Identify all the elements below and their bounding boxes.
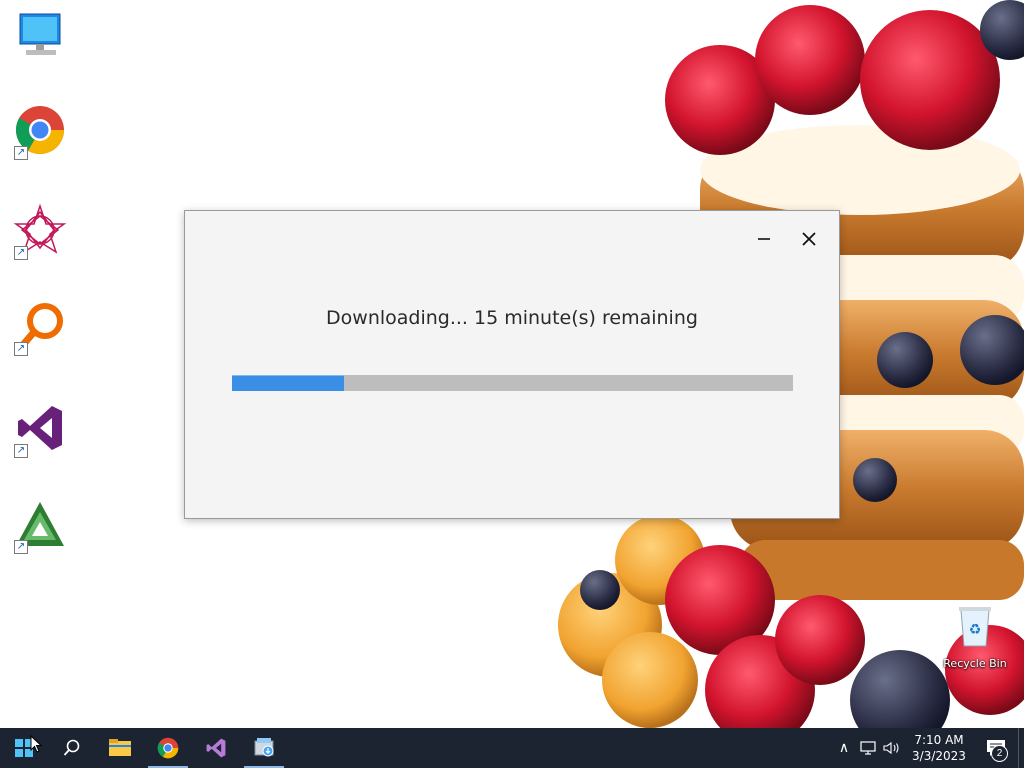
svg-text:♻: ♻ xyxy=(969,622,982,638)
network-icon xyxy=(860,741,876,755)
speaker-icon xyxy=(883,741,899,755)
download-dialog: Downloading... 15 minute(s) remaining xyxy=(184,210,840,519)
desktop-icon-recycle-bin[interactable]: ♻ Recycle Bin xyxy=(942,604,1008,670)
taskbar-installer[interactable] xyxy=(240,728,288,768)
desktop-icon-search-app[interactable]: ↗ xyxy=(12,298,68,356)
close-button[interactable] xyxy=(792,223,826,255)
download-progress-bar xyxy=(232,375,793,391)
recycle-bin-label: Recycle Bin xyxy=(943,657,1007,670)
clock-time: 7:10 AM xyxy=(914,733,964,747)
shortcut-arrow-icon: ↗ xyxy=(14,444,28,458)
taskbar-chrome[interactable] xyxy=(144,728,192,768)
computer-icon xyxy=(19,13,61,55)
action-center-button[interactable]: 2 xyxy=(974,728,1018,768)
download-status-text: Downloading... 15 minute(s) remaining xyxy=(326,307,698,329)
desktop-icon-synfig[interactable]: ↗ xyxy=(12,496,68,554)
notification-count-badge: 2 xyxy=(991,745,1008,762)
shortcut-arrow-icon: ↗ xyxy=(14,342,28,356)
show-desktop-button[interactable] xyxy=(1018,728,1024,768)
progress-fill xyxy=(232,375,345,391)
installer-icon xyxy=(254,738,274,757)
taskbar-visual-studio[interactable] xyxy=(192,728,240,768)
desktop-icon-chrome[interactable]: ↗ xyxy=(12,102,68,160)
system-tray: ∧ 7:10 AM 3/3/2023 2 xyxy=(832,728,1024,768)
chrome-icon xyxy=(157,737,179,759)
taskbar-clock[interactable]: 7:10 AM 3/3/2023 xyxy=(904,732,974,764)
shortcut-arrow-icon: ↗ xyxy=(14,146,28,160)
desktop-icon-app[interactable]: ↗ xyxy=(12,202,68,260)
desktop-icon-this-pc[interactable] xyxy=(12,8,68,64)
mouse-cursor-icon xyxy=(30,735,42,753)
tray-overflow-chevron[interactable]: ∧ xyxy=(832,728,856,768)
desktop-icon-visual-studio[interactable]: ↗ xyxy=(12,400,68,458)
minimize-button[interactable] xyxy=(747,223,781,255)
file-explorer-icon xyxy=(109,739,131,756)
minimize-icon xyxy=(758,238,770,240)
clock-date: 3/3/2023 xyxy=(912,749,966,763)
tray-volume[interactable] xyxy=(880,728,904,768)
close-icon xyxy=(802,232,816,246)
tray-network[interactable] xyxy=(856,728,880,768)
search-icon xyxy=(63,739,80,756)
shortcut-arrow-icon: ↗ xyxy=(14,540,28,554)
shortcut-arrow-icon: ↗ xyxy=(14,246,28,260)
taskbar: ∧ 7:10 AM 3/3/2023 2 xyxy=(0,728,1024,768)
taskbar-search-button[interactable] xyxy=(48,728,96,768)
taskbar-file-explorer[interactable] xyxy=(96,728,144,768)
visual-studio-icon xyxy=(206,738,226,758)
recycle-bin-icon: ♻ xyxy=(959,607,991,647)
